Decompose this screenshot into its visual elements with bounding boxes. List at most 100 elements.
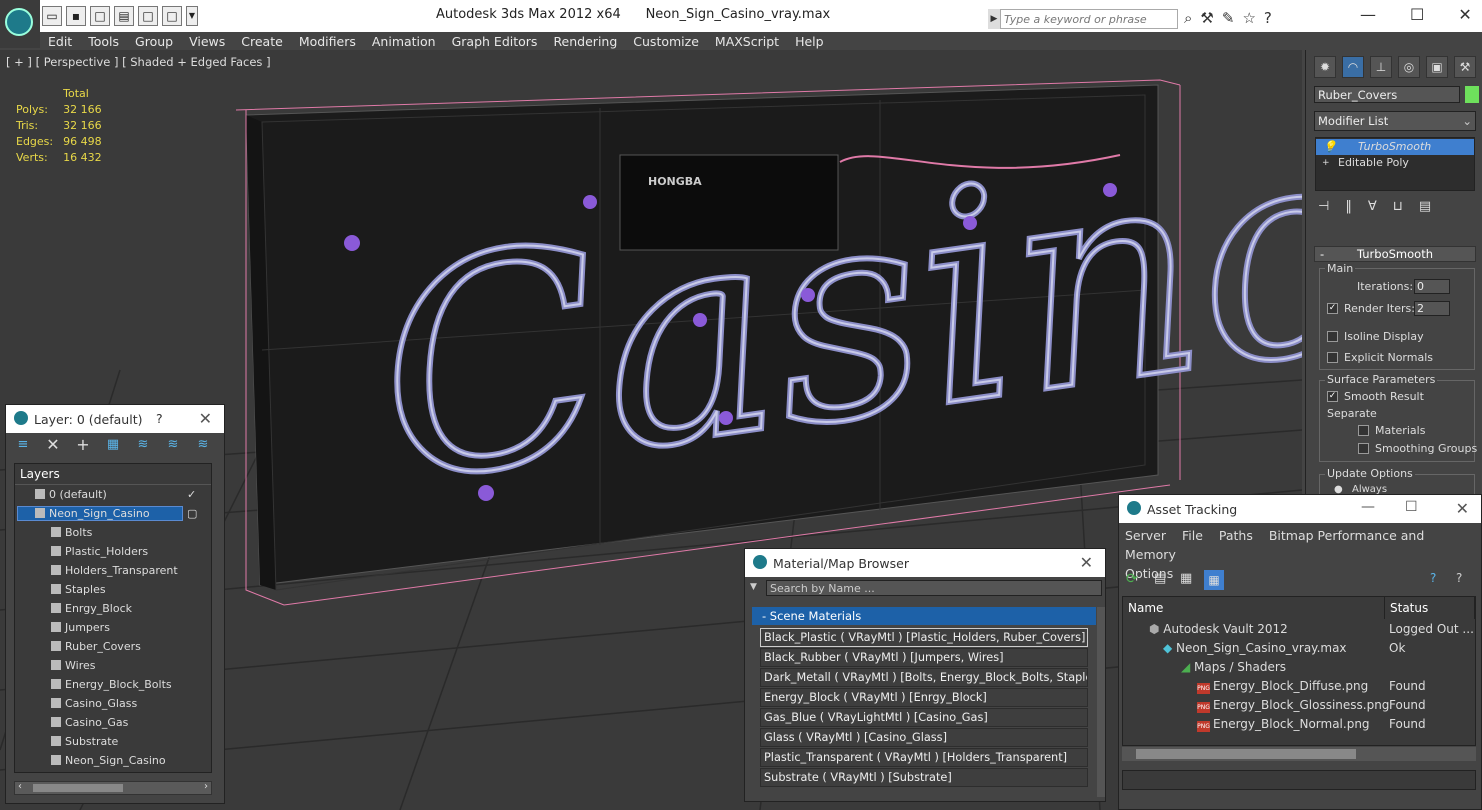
configure-sets-icon[interactable]: ▤ [1419,199,1431,214]
list-item[interactable]: Enrgy_Block [15,599,211,618]
layer-row-default[interactable]: 0 (default) ✓ [15,485,211,504]
communication-icon[interactable]: ✎ [1222,9,1235,27]
table-row[interactable]: PNG Energy_Block_Normal.png Found [1123,715,1475,734]
list-item[interactable]: Plastic_Holders [15,542,211,561]
list-item[interactable]: Ruber_Covers [15,637,211,656]
subscription-icon[interactable]: ⚒ [1200,9,1213,27]
hide-all-layers-icon[interactable]: ≋ [164,436,182,454]
delete-layer-icon[interactable]: ✕ [44,436,62,454]
list-item[interactable]: Casino_Gas [15,713,211,732]
menu-group[interactable]: Group [127,34,181,49]
material-row[interactable]: Glass ( VRayMtl ) [Casino_Glass] [760,728,1088,747]
list-item[interactable]: Substrate [15,732,211,751]
table-row[interactable]: PNG Energy_Block_Diffuse.png Found [1123,677,1475,696]
stack-item-turbosmooth[interactable]: 💡 TurboSmooth [1316,139,1474,155]
viewport-label[interactable]: [ + ] [ Perspective ] [ Shaded + Edged F… [6,55,271,69]
smoothing-groups-checkbox[interactable] [1358,443,1369,454]
redo-icon[interactable]: □ [162,6,182,26]
close-icon[interactable]: ✕ [199,409,212,428]
scrollbar-thumb[interactable] [1136,749,1356,759]
explicit-normals-checkbox[interactable] [1327,352,1338,363]
list-item[interactable]: Neon_Sign_Casino [15,751,211,770]
menu-paths[interactable]: Paths [1219,528,1253,543]
material-search-input[interactable]: Search by Name ... [766,580,1102,596]
menu-customize[interactable]: Customize [625,34,707,49]
create-tab-icon[interactable]: ✹ [1314,56,1336,78]
remove-modifier-icon[interactable]: ⊔ [1393,199,1403,214]
column-name[interactable]: Name [1123,597,1385,619]
material-row[interactable]: Black_Plastic ( VRayMtl ) [Plastic_Holde… [760,628,1088,647]
table-view-icon[interactable]: ▦ [1204,570,1224,590]
hierarchy-tab-icon[interactable]: ⊥ [1370,56,1392,78]
menu-bitmap-performance[interactable]: Bitmap Performance and Memory [1125,528,1424,562]
maximize-icon[interactable]: ☐ [1410,5,1424,24]
list-item[interactable]: Holders_Transparent [15,561,211,580]
table-row[interactable]: ◆ Neon_Sign_Casino_vray.max Ok [1123,639,1475,658]
app-menu-button[interactable] [0,0,40,48]
turbosmooth-rollout-header[interactable]: - TurboSmooth [1314,246,1476,262]
menu-tools[interactable]: Tools [80,34,127,49]
scroll-right-icon[interactable]: › [204,781,208,792]
scroll-left-icon[interactable]: ‹ [18,781,22,792]
modifier-list-dropdown[interactable]: Modifier List ⌄ [1314,111,1476,131]
help-button[interactable]: ? [156,411,163,426]
menu-rendering[interactable]: Rendering [545,34,625,49]
vault-help-icon[interactable]: ? [1430,571,1436,585]
material-browser-titlebar[interactable]: Material/Map Browser ✕ [745,549,1105,577]
menu-server[interactable]: Server [1125,528,1166,543]
object-name-field[interactable]: Ruber_Covers [1314,86,1460,103]
select-objects-icon[interactable]: ▦ [104,436,122,454]
close-icon[interactable]: ✕ [1458,5,1471,24]
close-icon[interactable]: ✕ [1080,553,1093,572]
material-row[interactable]: Plastic_Transparent ( VRayMtl ) [Holders… [760,748,1088,767]
menu-create[interactable]: Create [233,34,291,49]
list-item[interactable]: Jumpers [15,618,211,637]
material-row[interactable]: Black_Rubber ( VRayMtl ) [Jumpers, Wires… [760,648,1088,667]
menu-edit[interactable]: Edit [40,34,80,49]
search-expand-icon[interactable]: ▶ [988,9,1000,29]
layer-horizontal-scrollbar[interactable]: ‹ › [14,781,212,795]
menu-views[interactable]: Views [181,34,233,49]
utilities-tab-icon[interactable]: ⚒ [1454,56,1476,78]
scene-materials-group-header[interactable]: - Scene Materials [752,607,1096,625]
material-browser-scrollbar[interactable] [1097,607,1105,797]
list-view-icon[interactable]: ▤ [1154,571,1166,586]
asset-tracking-titlebar[interactable]: Asset Tracking — ☐ ✕ [1119,495,1481,523]
render-iters-checkbox[interactable]: ✓ [1327,303,1338,314]
modify-tab-icon[interactable]: ◠ [1342,56,1364,78]
table-row[interactable]: PNG Energy_Block_Glossiness.png Found [1123,696,1475,715]
motion-tab-icon[interactable]: ◎ [1398,56,1420,78]
current-layer-check-icon[interactable]: ✓ [187,485,196,504]
column-status[interactable]: Status [1385,597,1475,619]
make-unique-icon[interactable]: ∀ [1368,199,1377,214]
material-row[interactable]: Substrate ( VRayMtl ) [Substrate] [760,768,1088,787]
binoculars-icon[interactable]: ⌕ [1184,9,1192,27]
highlight-layer-icon[interactable]: ≋ [134,436,152,454]
close-icon[interactable]: ✕ [1456,499,1469,518]
isoline-display-checkbox[interactable] [1327,331,1338,342]
menu-file[interactable]: File [1182,528,1203,543]
layer-row-neon-sign-casino[interactable]: Neon_Sign_Casino ▢ [15,504,211,523]
add-to-layer-icon[interactable]: + [74,436,92,454]
create-layer-icon[interactable]: ≡ [14,436,32,454]
display-tab-icon[interactable]: ▣ [1426,56,1448,78]
qat-dropdown-icon[interactable]: ▼ [186,6,198,26]
save-icon[interactable]: ▪ [66,6,86,26]
undo-icon[interactable]: □ [138,6,158,26]
help-icon[interactable]: ? [1264,9,1272,27]
refresh-icon[interactable]: ⟳ [1126,571,1138,587]
show-end-result-icon[interactable]: ‖ [1345,199,1352,214]
maximize-icon[interactable]: ☐ [1405,499,1418,515]
menu-modifiers[interactable]: Modifiers [291,34,364,49]
list-item[interactable]: Wires [15,656,211,675]
pin-stack-icon[interactable]: ⊣ [1318,199,1329,214]
minimize-icon[interactable]: — [1361,499,1375,515]
new-file-icon[interactable]: □ [90,6,110,26]
favorites-star-icon[interactable]: ☆ [1242,9,1255,27]
list-item[interactable]: Bolts [15,523,211,542]
layers-column-header[interactable]: Layers [15,464,211,485]
table-row[interactable]: ◢ Maps / Shaders [1123,658,1475,677]
menu-maxscript[interactable]: MAXScript [707,34,787,49]
tree-view-icon[interactable]: ▦ [1180,571,1192,586]
render-iters-spinner[interactable]: 2 [1414,301,1450,316]
